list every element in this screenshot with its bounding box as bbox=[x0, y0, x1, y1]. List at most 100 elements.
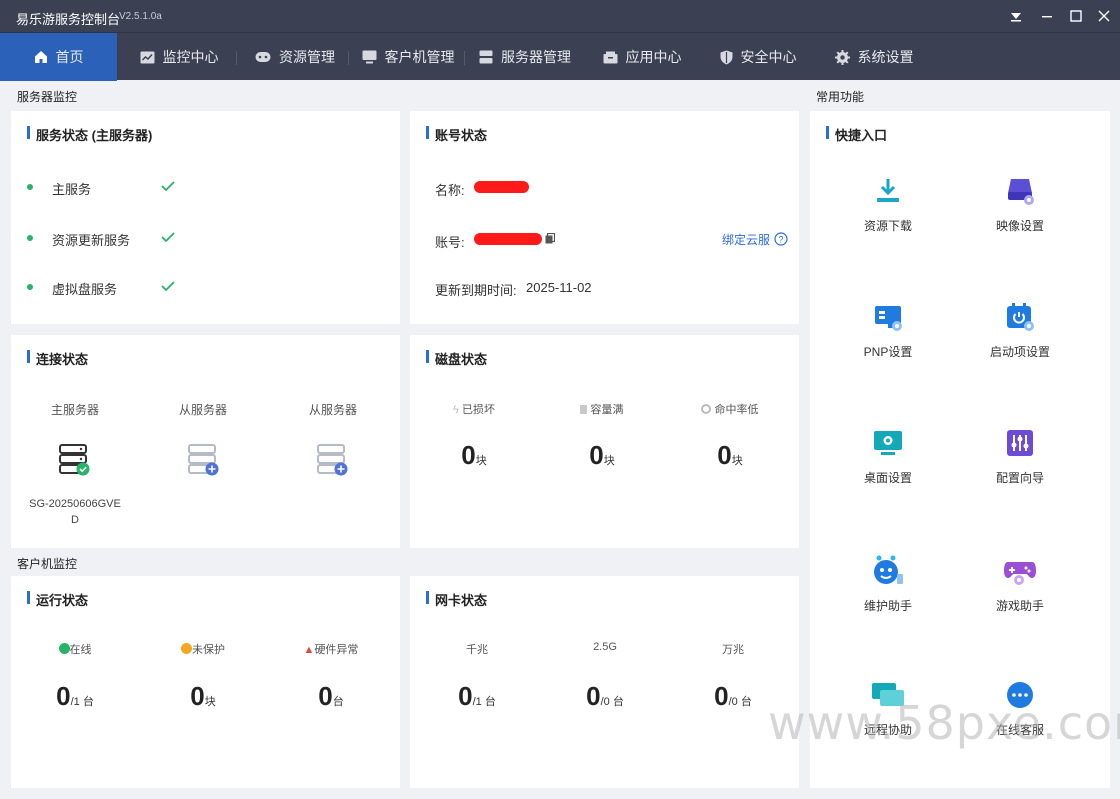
master-server-label: 主服务器 bbox=[50, 403, 99, 417]
gigabit-label: 千兆 bbox=[466, 644, 488, 656]
gear-icon bbox=[834, 49, 850, 65]
quick-desktop-settings[interactable]: 桌面设置 bbox=[823, 428, 953, 486]
copy-icon[interactable] bbox=[545, 233, 555, 244]
section-server-monitor: 服务器监控 bbox=[17, 90, 78, 104]
stat-label: 在线 bbox=[69, 644, 92, 656]
nav-label: 首页 bbox=[55, 49, 84, 65]
master-server-name: SG-20250606GVE D bbox=[11, 496, 139, 528]
nav-label: 系统设置 bbox=[857, 49, 914, 65]
stat-label: 未保护 bbox=[192, 644, 225, 656]
box-icon bbox=[603, 51, 617, 63]
nav-tab-servers[interactable]: 服务器管理 bbox=[468, 33, 582, 81]
nic-2-5g-label: 2.5G bbox=[593, 641, 617, 653]
status-dot bbox=[27, 284, 33, 290]
quick-label: 映像设置 bbox=[995, 219, 1044, 233]
slave-server-label: 从服务器 bbox=[178, 403, 227, 417]
nav-tab-security[interactable]: 安全中心 bbox=[706, 33, 810, 81]
quick-config-wizard[interactable]: 配置向导 bbox=[955, 428, 1085, 486]
hardware-error-label: ▲硬件异常 bbox=[267, 641, 395, 657]
nav-tab-monitor[interactable]: 监控中心 bbox=[124, 33, 234, 81]
check-icon bbox=[161, 181, 175, 191]
service-label: 主服务 bbox=[52, 182, 92, 197]
name-label: 名称: bbox=[435, 183, 465, 198]
game-controller-icon bbox=[1004, 562, 1036, 585]
redacted-name bbox=[474, 181, 529, 193]
desktop-icon bbox=[362, 50, 376, 64]
ten-gigabit-label: 万兆 bbox=[722, 644, 744, 656]
nav-tab-clients[interactable]: 客户机管理 bbox=[352, 33, 464, 81]
title-bar: 易乐游服务控制台 V2.5.1.0a bbox=[0, 0, 1120, 32]
disk-damaged-value: 0块 bbox=[410, 440, 538, 471]
desktop-settings-icon bbox=[874, 431, 902, 455]
disk-icon bbox=[580, 405, 588, 414]
card-title: 快捷入口 bbox=[826, 125, 887, 144]
status-dot bbox=[27, 235, 33, 241]
quick-entry-card: 快捷入口 资源下载 映像设置 PNP设置 启动项设置 桌面设置 配置向导 维护助… bbox=[810, 111, 1110, 788]
stat-label: 命中率低 bbox=[714, 404, 759, 416]
nav-tab-resources[interactable]: 资源管理 bbox=[240, 33, 350, 81]
server-add-icon[interactable] bbox=[315, 443, 349, 477]
online-check-icon bbox=[58, 643, 70, 654]
lightning-icon: ϟ bbox=[453, 404, 459, 416]
disk-full-value: 0块 bbox=[538, 440, 666, 471]
stat-label: 硬件异常 bbox=[314, 644, 359, 656]
monitor-chart-icon bbox=[140, 51, 154, 63]
stat-value: 0 bbox=[714, 681, 729, 711]
quick-game-assistant[interactable]: 游戏助手 bbox=[955, 554, 1085, 614]
stat-value: 0 bbox=[589, 440, 604, 470]
quick-maintenance-assistant[interactable]: 维护助手 bbox=[823, 554, 953, 614]
card-title: 连接状态 bbox=[27, 349, 88, 368]
quick-label: 启动项设置 bbox=[989, 345, 1050, 359]
slave-server-label: 从服务器 bbox=[308, 403, 357, 417]
shield-icon bbox=[720, 50, 732, 64]
hardware-error-value: 0台 bbox=[267, 681, 395, 712]
stat-value: 0 bbox=[458, 681, 473, 711]
check-icon bbox=[161, 232, 175, 242]
service-label: 资源更新服务 bbox=[52, 233, 131, 248]
gigabit-value: 0/1 台 bbox=[413, 681, 541, 712]
nav-label: 监控中心 bbox=[162, 49, 219, 65]
warning-icon: ▲ bbox=[303, 644, 315, 656]
app-title: 易乐游服务控制台 bbox=[16, 12, 121, 27]
disk-hitrate-value: 0块 bbox=[666, 440, 794, 471]
nav-tab-home[interactable]: 首页 bbox=[0, 33, 117, 81]
section-common: 常用功能 bbox=[816, 90, 865, 104]
minimize-icon[interactable] bbox=[1039, 8, 1055, 24]
nav-label: 服务器管理 bbox=[501, 49, 571, 65]
nav-tab-apps[interactable]: 应用中心 bbox=[590, 33, 694, 81]
quick-startup-settings[interactable]: 启动项设置 bbox=[955, 302, 1085, 360]
help-icon[interactable]: ? bbox=[774, 232, 788, 246]
dropdown-menu-icon[interactable] bbox=[1008, 8, 1024, 24]
stat-unit: 块 bbox=[731, 455, 743, 467]
quick-pnp-settings[interactable]: PNP设置 bbox=[823, 302, 953, 360]
disk-full-label: 容量满 bbox=[538, 401, 666, 417]
section-client-monitor: 客户机监控 bbox=[17, 557, 78, 571]
service-status-card: 服务状态 (主服务器) 主服务 资源更新服务 虚拟盘服务 bbox=[11, 111, 400, 324]
svg-text:?: ? bbox=[778, 235, 783, 245]
server-online-icon[interactable] bbox=[57, 443, 91, 477]
bind-cloud-link[interactable]: 绑定云服 bbox=[722, 231, 770, 248]
maximize-icon[interactable] bbox=[1068, 8, 1084, 24]
quick-image-settings[interactable]: 映像设置 bbox=[955, 176, 1085, 234]
quick-label: 游戏助手 bbox=[995, 599, 1044, 613]
server-add-icon[interactable] bbox=[186, 443, 220, 477]
nic-2-5g-value: 0/0 台 bbox=[541, 681, 669, 712]
online-value: 0/1 台 bbox=[11, 681, 139, 712]
stat-unit: /0 台 bbox=[600, 696, 624, 708]
disk-hitrate-label: 命中率低 bbox=[666, 401, 794, 417]
network-card-icon bbox=[875, 306, 902, 331]
nic-status-card: 网卡状态 千兆 2.5G 万兆 0/1 台 0/0 台 0/0 台 bbox=[410, 576, 799, 788]
service-label: 虚拟盘服务 bbox=[52, 282, 118, 297]
power-calendar-icon bbox=[1007, 303, 1034, 331]
expire-value: 2025-11-02 bbox=[526, 280, 592, 295]
nav-tab-settings[interactable]: 系统设置 bbox=[822, 33, 926, 81]
online-label: 在线 bbox=[11, 641, 139, 657]
nav-label: 安全中心 bbox=[740, 49, 797, 65]
quick-resource-download[interactable]: 资源下载 bbox=[823, 176, 953, 234]
close-icon[interactable] bbox=[1096, 8, 1112, 24]
robot-assistant-icon bbox=[874, 555, 903, 584]
stat-unit: 台 bbox=[332, 696, 344, 708]
watermark: www.58pxe.com bbox=[768, 696, 1120, 750]
unprotected-label: 未保护 bbox=[139, 641, 267, 657]
stat-unit: 块 bbox=[603, 455, 615, 467]
